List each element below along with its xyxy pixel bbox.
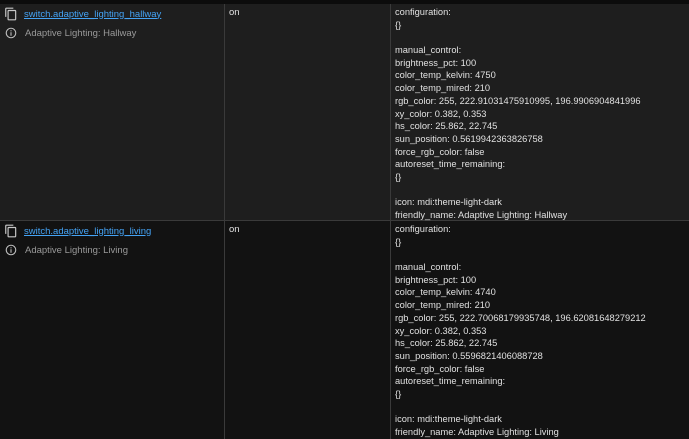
copy-icon[interactable] xyxy=(4,224,18,238)
attribute-line: brightness_pct: 100 xyxy=(395,274,477,285)
attribute-line: {} xyxy=(395,236,402,247)
attribute-line: configuration: xyxy=(395,224,451,234)
friendly-name: Adaptive Lighting: Living xyxy=(25,244,128,256)
attribute-line: icon: mdi:theme-light-dark xyxy=(395,414,502,425)
attribute-line: {} xyxy=(395,171,402,182)
attribute-line: {} xyxy=(395,388,402,399)
attribute-line: sun_position: 0.5619942363826758 xyxy=(395,133,543,144)
attribute-line: color_temp_kelvin: 4750 xyxy=(395,70,496,81)
attribute-line: icon: mdi:theme-light-dark xyxy=(395,197,502,208)
entity-id-link[interactable]: switch.adaptive_lighting_hallway xyxy=(24,9,161,20)
attributes-list: configuration: {} manual_control: bright… xyxy=(395,6,641,222)
attribute-line: sun_position: 0.5596821406088728 xyxy=(395,350,543,361)
attributes-cell: configuration: {} manual_control: bright… xyxy=(391,4,689,220)
attribute-line: color_temp_mired: 210 xyxy=(395,83,491,94)
attribute-line: xy_color: 0.382, 0.353 xyxy=(395,325,487,336)
table-row: switch.adaptive_lighting_living Adaptive… xyxy=(0,221,689,439)
entity-id-link[interactable]: switch.adaptive_lighting_living xyxy=(24,226,151,237)
attributes-list: configuration: {} manual_control: bright… xyxy=(395,223,646,439)
attribute-line: manual_control: xyxy=(395,262,462,273)
friendly-name: Adaptive Lighting: Hallway xyxy=(25,27,137,39)
attribute-line: color_temp_mired: 210 xyxy=(395,300,491,311)
attribute-line: rgb_color: 255, 222.91031475910995, 196.… xyxy=(395,95,641,106)
attribute-line: rgb_color: 255, 222.70068179935748, 196.… xyxy=(395,312,646,323)
state-value: on xyxy=(229,7,240,18)
attribute-line: brightness_pct: 100 xyxy=(395,57,477,68)
attribute-line: force_rgb_color: false xyxy=(395,146,485,157)
attributes-cell: configuration: {} manual_control: bright… xyxy=(391,221,689,439)
attribute-line: hs_color: 25.862, 22.745 xyxy=(395,121,498,132)
attribute-line: friendly_name: Adaptive Lighting: Hallwa… xyxy=(395,210,568,220)
attribute-line: configuration: xyxy=(395,7,451,17)
attribute-line xyxy=(395,248,646,261)
attribute-line: force_rgb_color: false xyxy=(395,363,485,374)
attribute-line: color_temp_kelvin: 4740 xyxy=(395,287,496,298)
state-cell: on xyxy=(225,221,391,439)
entity-cell: switch.adaptive_lighting_living Adaptive… xyxy=(0,221,225,439)
state-value: on xyxy=(229,224,240,235)
attribute-line: autoreset_time_remaining: xyxy=(395,159,506,170)
table-row: switch.adaptive_lighting_hallway Adaptiv… xyxy=(0,4,689,221)
attribute-line xyxy=(395,184,641,197)
attribute-line: friendly_name: Adaptive Lighting: Living xyxy=(395,427,559,437)
attribute-line: {} xyxy=(395,19,402,30)
copy-icon[interactable] xyxy=(4,7,18,21)
attribute-line: xy_color: 0.382, 0.353 xyxy=(395,108,487,119)
attribute-line xyxy=(395,401,646,414)
information-outline-icon xyxy=(5,27,17,39)
attribute-line: manual_control: xyxy=(395,45,462,56)
attribute-line: autoreset_time_remaining: xyxy=(395,376,506,387)
attribute-line xyxy=(395,31,641,44)
attribute-line: hs_color: 25.862, 22.745 xyxy=(395,338,498,349)
information-outline-icon xyxy=(5,244,17,256)
entity-cell: switch.adaptive_lighting_hallway Adaptiv… xyxy=(0,4,225,220)
state-cell: on xyxy=(225,4,391,220)
